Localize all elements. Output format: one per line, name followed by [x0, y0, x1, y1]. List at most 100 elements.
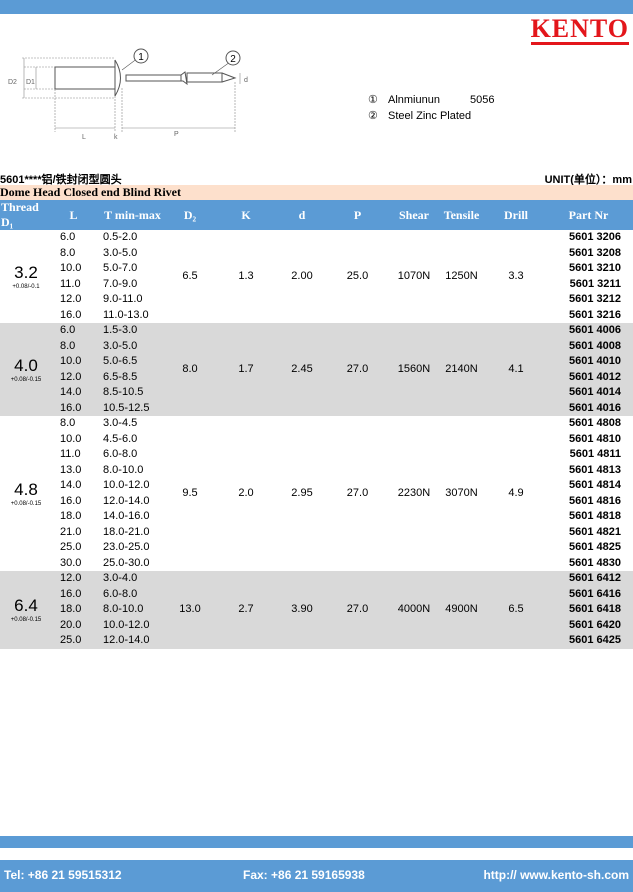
- legend-material: Alnmiunun: [388, 94, 440, 106]
- table-row: 4.0 +0.08/-0.15 6.0 1.5-3.0 8.0 1.7 2.45 27.0 15…: [0, 323, 633, 416]
- part-number-cell: 5601 6420: [544, 617, 633, 633]
- part-number-cell: 5601 3210: [569, 262, 621, 275]
- table-row: 6.4 +0.08/-0.15 12.0 3.0-4.0 13.0 2.7 3.90 27.0…: [0, 571, 633, 649]
- length-cell: 14.0: [52, 385, 95, 401]
- d2-cell: 13.0: [170, 571, 210, 649]
- part-number-cell: 5601 4825: [569, 541, 621, 554]
- grip-range-cell: 4.5-6.0: [103, 432, 138, 445]
- grip-range-cell: 8.5-10.5: [95, 385, 170, 401]
- length-cell: 30.0: [60, 556, 82, 569]
- length-cell: 10.0: [60, 262, 82, 275]
- length-cell: 16.0: [60, 308, 82, 321]
- part-number-cell: 5601 4008: [544, 338, 633, 354]
- product-subtitle: Dome Head Closed end Blind Rivet: [0, 185, 633, 200]
- callout-1-label: 1: [138, 52, 144, 63]
- legend-item: ② Steel Zinc Plated: [368, 108, 494, 124]
- part-number-cell: 5601 4818: [569, 510, 621, 523]
- footer-divider: [0, 836, 633, 848]
- grip-range-cell: 1.5-3.0: [95, 323, 170, 339]
- shear-cell: 1070N: [397, 270, 431, 282]
- k-dim-label: k: [114, 134, 118, 141]
- p-cell: 27.0: [322, 571, 393, 649]
- p-cell: 25.0: [346, 270, 369, 282]
- part-number-cell: 5601 4010: [544, 354, 633, 370]
- length-cell: 21.0: [60, 525, 82, 538]
- header-t: T min-max: [95, 200, 170, 230]
- shear-cell: 2230N: [397, 487, 431, 499]
- length-cell: 12.0: [52, 571, 95, 587]
- part-number-cell: 5601 6425: [544, 633, 633, 649]
- legend-grade: 5056: [469, 94, 495, 106]
- table-row: 3.2 +0.08/-0.1 6.0 0.5-2.0 6.5 1.3 2.00 25.0 107…: [0, 230, 633, 289]
- tensile-cell: 1250N: [445, 270, 478, 282]
- grip-range-cell: 0.5-2.0: [103, 231, 138, 244]
- top-bar: [0, 0, 633, 14]
- d2-cell: 9.5: [182, 487, 198, 499]
- length-cell: 8.0: [52, 338, 95, 354]
- l-dim-label: L: [82, 134, 86, 141]
- header-drill: Drill: [488, 200, 544, 230]
- grip-range-cell: 8.0-10.0: [95, 602, 170, 618]
- part-number-cell: 5601 3206: [569, 231, 621, 244]
- length-cell: 16.0: [52, 400, 95, 416]
- length-cell: 18.0: [60, 510, 82, 523]
- tensile-cell: 4900N: [435, 571, 488, 649]
- d2-cell: 8.0: [170, 323, 210, 416]
- part-number-cell: 5601 4014: [544, 385, 633, 401]
- k-cell: 2.0: [238, 487, 254, 499]
- grip-range-cell: 9.0-11.0: [103, 293, 143, 306]
- d-cell: 2.00: [291, 270, 313, 282]
- header-shear: Shear: [393, 200, 435, 230]
- part-number-cell: 5601 4012: [544, 369, 633, 385]
- d2-cell: 6.5: [182, 270, 198, 282]
- length-cell: 10.0: [60, 432, 82, 445]
- thread-tolerance: +0.08/-0.15: [10, 616, 42, 623]
- length-cell: 11.0: [60, 277, 81, 290]
- length-cell: 6.0: [52, 323, 95, 339]
- grip-range-cell: 10.0-12.0: [103, 479, 150, 492]
- header-d: d: [282, 200, 322, 230]
- grip-range-cell: 23.0-25.0: [103, 541, 150, 554]
- footer-bar: Tel: +86 21 59515312 Fax: +86 21 5916593…: [0, 860, 633, 892]
- drill-cell: 3.3: [508, 270, 524, 282]
- part-number-cell: 5601 4821: [569, 525, 621, 538]
- shear-cell: 1560N: [393, 323, 435, 416]
- spec-table: Thread D₁ L T min-max D₂ K d P Shear Ten…: [0, 200, 633, 649]
- part-number-cell: 5601 6418: [544, 602, 633, 618]
- legend-material: Steel Zinc Plated: [388, 110, 472, 122]
- part-number-cell: 5601 4808: [569, 417, 621, 430]
- table-row: 4.8 +0.08/-0.15 8.0 3.0-4.5 9.5 2.0 2.95 27.0 22…: [0, 416, 633, 506]
- p-cell: 27.0: [322, 323, 393, 416]
- grip-range-cell: 18.0-21.0: [103, 525, 150, 538]
- length-cell: 12.0: [60, 293, 82, 306]
- grip-range-cell: 3.0-4.5: [103, 417, 138, 430]
- tensile-cell: 2140N: [435, 323, 488, 416]
- part-number-cell: 5601 4006: [544, 323, 633, 339]
- thread-tolerance: +0.08/-0.15: [10, 376, 42, 383]
- footer-website[interactable]: http:// www.kento-sh.com: [483, 868, 629, 882]
- header-p: P: [322, 200, 393, 230]
- footer-fax: Fax: +86 21 59165938: [243, 868, 365, 882]
- part-number-cell: 5601 4811: [569, 448, 621, 461]
- thread-size: 3.2: [14, 262, 38, 282]
- header-d2: D₂: [170, 200, 210, 230]
- grip-range-cell: 6.5-8.5: [95, 369, 170, 385]
- thread-cell: 6.4 +0.08/-0.15: [0, 571, 52, 649]
- grip-range-cell: 25.0-30.0: [103, 556, 150, 569]
- rivet-drawing: 1 2 D2 D1 d L k P: [8, 48, 248, 141]
- part-number-cell: 5601 4810: [569, 432, 621, 445]
- p-dim-label: P: [174, 131, 179, 138]
- length-cell: 12.0: [52, 369, 95, 385]
- length-cell: 25.0: [52, 633, 95, 649]
- grip-range-cell: 5.0-6.5: [95, 354, 170, 370]
- grip-range-cell: 12.0-14.0: [95, 633, 170, 649]
- part-number-cell: 5601 3212: [569, 293, 621, 306]
- grip-range-cell: 8.0-10.0: [103, 463, 144, 476]
- thread-size: 4.0: [14, 355, 38, 375]
- length-cell: 20.0: [52, 617, 95, 633]
- thread-cell: 4.0 +0.08/-0.15: [0, 323, 52, 416]
- shear-cell: 4000N: [393, 571, 435, 649]
- kento-logo: KENTO: [530, 14, 629, 45]
- grip-range-cell: 6.0-8.0: [95, 586, 170, 602]
- length-cell: 10.0: [52, 354, 95, 370]
